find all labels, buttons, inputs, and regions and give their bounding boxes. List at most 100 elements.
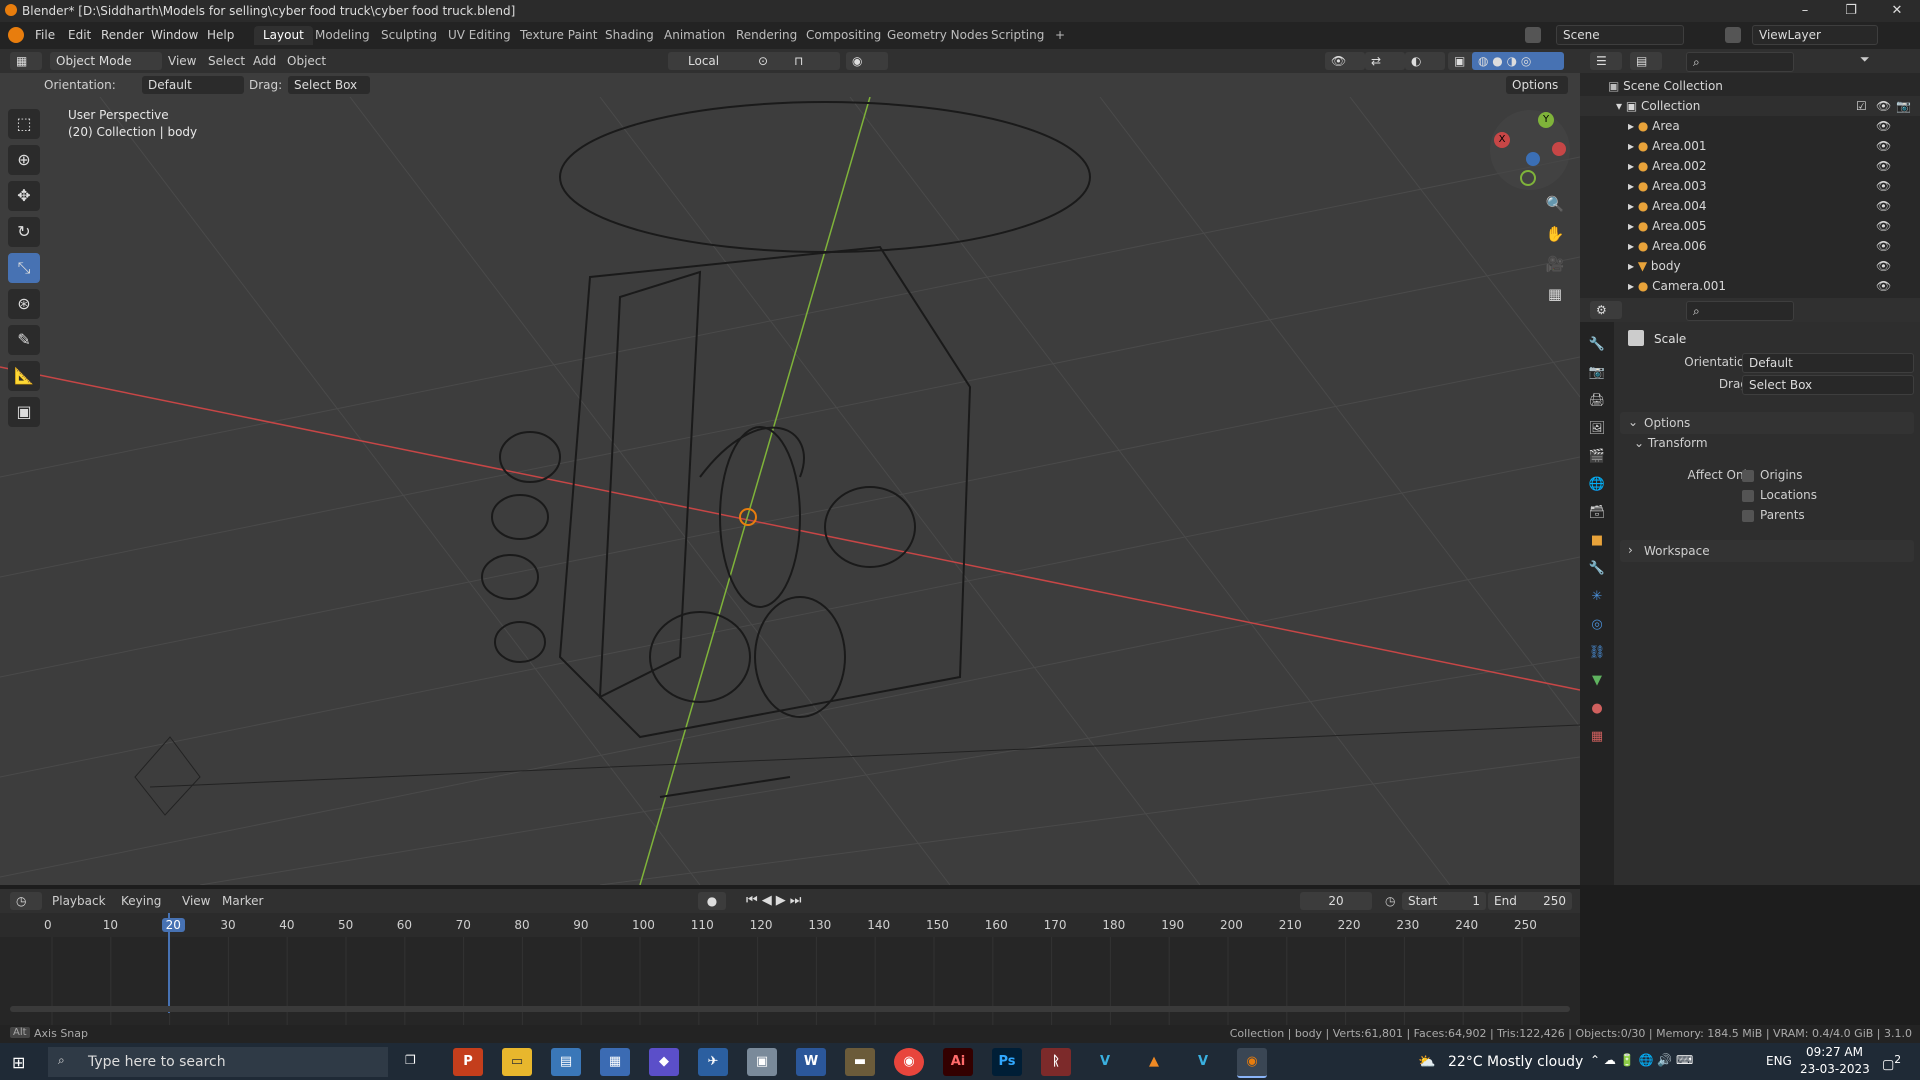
record-icon[interactable]: ● — [698, 892, 726, 910]
checkbox-icon[interactable]: ☑ — [1856, 96, 1867, 116]
outliner-item[interactable]: ▸ ▼ body 👁 — [1580, 256, 1920, 276]
menu-select[interactable]: Select — [208, 52, 245, 70]
modifier-props-icon[interactable]: 🔧 — [1586, 558, 1608, 580]
editor-type-icon[interactable]: ▦ — [10, 52, 42, 70]
add-workspace-button[interactable]: + — [1046, 26, 1074, 45]
gizmo-toggle-icon[interactable]: ⇄ — [1365, 52, 1405, 70]
eye-icon[interactable]: 👁 — [1876, 236, 1891, 256]
shading-mode-buttons[interactable]: ◍ ● ◑ ◎ — [1472, 52, 1564, 70]
menu-playback[interactable]: Playback — [52, 892, 106, 910]
scene-props-icon[interactable]: 🎬 — [1586, 446, 1608, 468]
tab-modeling[interactable]: Modeling — [306, 26, 379, 45]
transform-subpanel-header[interactable]: ⌄ Transform — [1634, 436, 1708, 450]
outliner-item[interactable]: ▸ ● Area.002 👁 — [1580, 156, 1920, 176]
tool-props-icon[interactable]: 🔧 — [1586, 334, 1608, 356]
eye-icon[interactable]: 👁 — [1876, 216, 1891, 236]
chrome-icon[interactable]: ◉ — [894, 1048, 924, 1076]
measure-tool-icon[interactable]: 📐 — [8, 361, 40, 391]
eye-icon[interactable]: 👁 — [1876, 276, 1891, 296]
3d-viewport[interactable]: ⬚ ⊕ ✥ ↻ ⤡ ⊛ ✎ 📐 ▣ User Perspective (20) … — [0, 97, 1580, 885]
taskbar-search[interactable]: ⌕ Type here to search — [48, 1047, 388, 1077]
transform-tool-icon[interactable]: ⊛ — [8, 289, 40, 319]
locations-checkbox[interactable] — [1742, 490, 1754, 502]
menu-render[interactable]: Render — [101, 28, 144, 42]
end-frame-field[interactable]: End 250 — [1488, 892, 1572, 910]
properties-search-input[interactable]: ⌕ — [1686, 301, 1794, 321]
menu-help[interactable]: Help — [207, 28, 234, 42]
viewlayer-selector[interactable]: ViewLayer — [1752, 25, 1878, 45]
tab-uv-editing[interactable]: UV Editing — [439, 26, 520, 45]
overlay-toggle-icon[interactable]: ◐ — [1405, 52, 1445, 70]
notification-icon[interactable]: ▢2 — [1882, 1053, 1901, 1072]
current-frame-field[interactable]: 20 — [1300, 892, 1372, 910]
world-props-icon[interactable]: 🌐 — [1586, 474, 1608, 496]
timeline-scrollbar[interactable] — [10, 1006, 1570, 1012]
gizmo-z-icon[interactable] — [1526, 152, 1540, 166]
tab-compositing[interactable]: Compositing — [797, 26, 890, 45]
eye-icon[interactable]: 👁 — [1876, 256, 1891, 276]
start-frame-field[interactable]: Start 1 — [1402, 892, 1486, 910]
menu-object[interactable]: Object — [287, 52, 326, 70]
menu-add[interactable]: Add — [253, 52, 276, 70]
viewlayer-icon[interactable] — [1725, 27, 1741, 43]
eye-icon[interactable]: 👁 — [1876, 156, 1891, 176]
file-explorer-icon[interactable]: ▭ — [502, 1048, 532, 1076]
app4-icon[interactable]: ▣ — [747, 1048, 777, 1076]
visibility-icon[interactable]: 👁 — [1325, 52, 1365, 70]
menu-window[interactable]: Window — [151, 28, 198, 42]
proportional-edit-icon[interactable]: ◉ — [846, 52, 888, 70]
playback-controls[interactable]: ⏮◀▶⏭ — [746, 892, 805, 910]
move-tool-icon[interactable]: ✥ — [8, 181, 40, 211]
scene-collection-row[interactable]: ▣ Scene Collection — [1580, 76, 1920, 96]
eye-icon[interactable]: 👁 — [1876, 176, 1891, 196]
app3-icon[interactable]: ✈ — [698, 1048, 728, 1076]
task-view-icon[interactable]: ❐ — [405, 1053, 416, 1067]
mode-selector[interactable]: Object Mode — [50, 52, 162, 70]
camera-view-icon[interactable]: 🎥 — [1543, 252, 1567, 276]
eye-icon[interactable]: 👁 — [1876, 116, 1891, 136]
gizmo-x-icon[interactable]: X — [1494, 132, 1510, 148]
render-props-icon[interactable]: 📷 — [1586, 362, 1608, 384]
orientation-dropdown[interactable]: Default — [1742, 353, 1914, 373]
display-mode-icon[interactable]: ▤ — [1630, 52, 1662, 70]
restore-button[interactable]: ❐ — [1828, 0, 1874, 22]
constraints-props-icon[interactable]: ⛓ — [1586, 642, 1608, 664]
photoshop-icon[interactable]: Ps — [992, 1048, 1022, 1076]
tab-shading[interactable]: Shading — [596, 26, 663, 45]
powerpoint-icon[interactable]: P — [453, 1048, 483, 1076]
tab-rendering[interactable]: Rendering — [727, 26, 806, 45]
eye-icon[interactable]: 👁 — [1876, 96, 1891, 116]
windows-start-icon[interactable]: ⊞ — [12, 1053, 25, 1072]
drag-dropdown[interactable]: Select Box — [1742, 375, 1914, 395]
tab-sculpting[interactable]: Sculpting — [372, 26, 446, 45]
gizmo-y-icon[interactable]: Y — [1538, 112, 1554, 128]
scene-selector[interactable]: Scene — [1556, 25, 1684, 45]
orientation-dropdown[interactable]: Default — [142, 76, 244, 94]
options-dropdown[interactable]: Options — [1506, 76, 1568, 94]
app5-icon[interactable]: ▬ — [845, 1048, 875, 1076]
blender-taskbar-icon[interactable]: ◉ — [1237, 1048, 1267, 1078]
menu-edit[interactable]: Edit — [68, 28, 91, 42]
eye-icon[interactable]: 👁 — [1876, 136, 1891, 156]
origins-checkbox[interactable] — [1742, 470, 1754, 482]
menu-view[interactable]: View — [168, 52, 196, 70]
outliner-item[interactable]: ▸ ● Area.006 👁 — [1580, 236, 1920, 256]
gizmo-neg-y-icon[interactable] — [1520, 170, 1536, 186]
properties-editor-icon[interactable]: ⚙ — [1590, 301, 1622, 319]
zoom-icon[interactable]: 🔍 — [1543, 192, 1567, 216]
workspace-panel-header[interactable]: › Workspace — [1620, 540, 1914, 562]
cursor-tool-icon[interactable]: ⊕ — [8, 145, 40, 175]
physics-props-icon[interactable]: ◎ — [1586, 614, 1608, 636]
filter-icon[interactable]: ⏷ — [1860, 52, 1870, 67]
menu-marker[interactable]: Marker — [222, 892, 263, 910]
tab-texture-paint[interactable]: Texture Paint — [511, 26, 606, 45]
timeline-editor-icon[interactable]: ◷ — [10, 892, 42, 910]
word-icon[interactable]: W — [796, 1048, 826, 1076]
app6-icon[interactable]: ᚱ — [1041, 1048, 1071, 1076]
illustrator-icon[interactable]: Ai — [943, 1048, 973, 1076]
outliner-item[interactable]: ▸ ● Area.003 👁 — [1580, 176, 1920, 196]
outliner-item[interactable]: ▸ ● Area.005 👁 — [1580, 216, 1920, 236]
store-icon[interactable]: ▦ — [600, 1048, 630, 1076]
vlc-icon[interactable]: ▲ — [1139, 1048, 1169, 1076]
outliner-item[interactable]: ▸ ● Area 👁 — [1580, 116, 1920, 136]
